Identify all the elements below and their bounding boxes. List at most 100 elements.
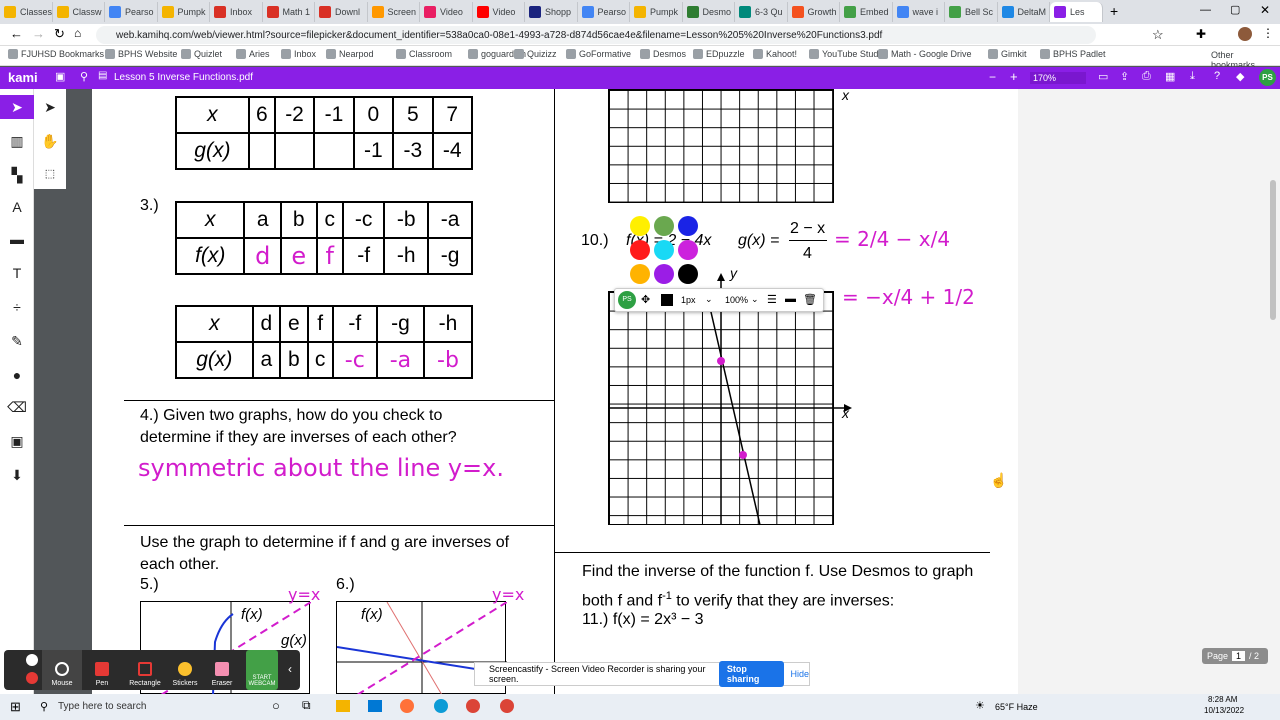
stop-icon[interactable] [26,672,38,684]
bookmark-item[interactable]: Nearpod [326,49,374,59]
browser-tab[interactable]: Pearso [105,2,158,22]
windows-start-icon[interactable]: ⊞ [10,699,21,715]
notifications-icon[interactable]: ◆ [1236,70,1244,83]
start-webcam-button[interactable]: START WEBCAM [246,650,278,690]
url-field[interactable]: web.kamihq.com/web/viewer.html?source=fi… [96,26,1096,44]
menu-dots-icon[interactable]: ⋮ [1262,26,1274,40]
bookmark-item[interactable]: Kahoot! [753,49,797,59]
browser-tab[interactable]: 6-3 Qu [735,2,788,22]
browser-tab[interactable]: Screen [368,2,420,22]
swatch-black[interactable] [678,264,698,284]
browser-tab[interactable]: Pearso [578,2,630,22]
cortana-icon[interactable]: ○ [272,698,280,713]
open-icon[interactable]: ▭ [1098,70,1108,83]
weather-text[interactable]: 65°F Haze [995,702,1038,712]
bookmark-item[interactable]: Quizlet [181,49,222,59]
browser-tab[interactable]: Downl [315,2,368,22]
browser-tab[interactable]: Inbox [210,2,263,22]
bookmark-item[interactable]: EDpuzzle [693,49,745,59]
layer-icon[interactable]: ▬ [785,293,796,305]
more-tools-icon[interactable]: ⬇ [7,465,27,485]
swatch-blue[interactable] [678,216,698,236]
browser-tab[interactable]: Math 1 [263,2,315,22]
hand-icon[interactable]: ✋ [40,131,60,151]
stroke-color-swatch[interactable] [661,294,673,306]
swatch-yellow[interactable] [630,216,650,236]
bookmark-item[interactable]: Classroom [396,49,452,59]
stroke-width-select[interactable]: 1px [681,295,696,305]
maximize-icon[interactable]: ▢ [1230,3,1240,16]
zoom-out-button[interactable]: − [989,70,996,84]
bookmark-item[interactable]: Math - Google Drive [878,49,972,59]
browser-tab[interactable]: Les [1050,2,1103,22]
text-tool-icon[interactable]: T [7,263,27,283]
collapse-icon[interactable]: ‹ [288,662,292,676]
bookmark-item[interactable]: FJUHSD Bookmarks [8,49,104,59]
minimize-icon[interactable]: — [1200,4,1211,16]
browser-tab[interactable]: Classes [0,2,53,22]
pointer-icon[interactable]: ➤ [40,97,60,117]
trash-icon[interactable]: 🗑 [803,293,817,306]
browser-tab[interactable]: Pumpk [158,2,210,22]
reload-icon[interactable]: ↻ [54,26,65,42]
download-icon[interactable]: ⤓ [1190,70,1195,83]
bookmark-item[interactable]: Desmos [640,49,686,59]
bookmark-item[interactable]: YouTube Studio [809,49,885,59]
zoom-select[interactable]: 170% [1030,72,1086,84]
forward-icon[interactable]: → [32,26,45,41]
scrollbar-thumb[interactable] [1270,180,1276,320]
help-icon[interactable]: ? [1214,70,1220,82]
swatch-cyan[interactable] [654,240,674,260]
select-icon[interactable]: ➤ [7,97,27,117]
browser-tab[interactable]: Bell Sc [945,2,998,22]
edge-icon[interactable] [434,699,448,713]
pen-tool[interactable]: Pen [82,650,122,690]
comment-icon[interactable]: ▬ [7,229,27,249]
pause-icon[interactable] [26,654,38,666]
swatch-red[interactable] [630,240,650,260]
bookmark-item[interactable]: BPHS Padlet [1040,49,1106,59]
share-icon[interactable]: ⇪ [1120,70,1129,83]
firefox-icon[interactable] [400,699,414,713]
browser-tab[interactable]: Growth [788,2,840,22]
file-explorer-icon[interactable] [336,700,350,712]
swatch-magenta[interactable] [678,240,698,260]
align-icon[interactable]: ☰ [767,293,777,306]
snapshot-icon[interactable]: ⬚ [40,163,60,183]
highlight-icon[interactable]: ▚ [7,165,27,185]
browser-tab[interactable]: Pumpk [630,2,683,22]
bookmark-item[interactable]: GoFormative [566,49,631,59]
dictionary-icon[interactable]: ▥ [7,131,27,151]
bookmark-item[interactable]: Aries [236,49,270,59]
close-window-icon[interactable]: ✕ [1260,3,1270,17]
pen-icon[interactable]: ✎ [7,331,27,351]
search-icon[interactable]: ⚲ [80,70,88,83]
eraser-icon[interactable]: ⌫ [7,397,27,417]
zoom-in-button[interactable]: + [1010,69,1018,84]
eraser-tool[interactable]: Eraser [202,650,242,690]
image-icon[interactable]: ▣ [7,431,27,451]
browser-tab[interactable]: Desmo [683,2,735,22]
browser-tab[interactable]: Classw [53,2,105,22]
back-icon[interactable]: ← [10,26,23,41]
home-icon[interactable]: ⌂ [74,26,81,40]
profile-avatar[interactable] [1238,27,1252,41]
stop-sharing-button[interactable]: Stop sharing [718,661,785,687]
user-avatar[interactable]: PS [1259,69,1276,86]
move-icon[interactable]: ✥ [641,293,650,306]
browser-tab[interactable]: wave i [893,2,945,22]
hide-button[interactable]: Hide [790,669,809,679]
taskbar-search[interactable]: Type here to search [58,701,146,712]
page-number-input[interactable]: 1 [1232,651,1246,661]
bookmark-item[interactable]: BPHS Website [105,49,177,59]
bookmark-item[interactable]: Inbox [281,49,316,59]
text-highlight-icon[interactable]: A [7,197,27,217]
mail-icon[interactable] [368,700,382,712]
swatch-orange[interactable] [630,264,650,284]
equation-icon[interactable]: ÷ [7,297,27,317]
browser-tab[interactable]: Video [473,2,525,22]
chrome-icon[interactable] [466,699,480,713]
save-icon[interactable]: ▦ [1165,70,1175,83]
mouse-tool[interactable]: Mouse [42,650,82,690]
chrome-icon[interactable] [500,699,514,713]
